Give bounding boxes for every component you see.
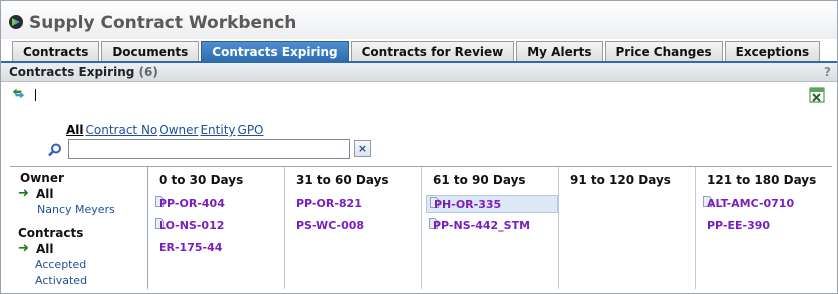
contract-card[interactable]: ER-175-44	[152, 239, 282, 257]
panel-count: (6)	[138, 65, 158, 79]
contract-id: LO-NS-012	[159, 219, 225, 232]
expiry-column: 61 to 90 Days PH-OR-335 PP-NS-442_STM	[422, 167, 559, 289]
contract-card[interactable]: ALT-AMC-0710	[700, 195, 830, 213]
contract-card[interactable]: PH-OR-335	[426, 195, 558, 213]
contract-card[interactable]: PS-WC-008	[289, 217, 419, 235]
refresh-arrows-icon[interactable]	[11, 87, 27, 101]
column-header: 121 to 180 Days	[707, 173, 817, 187]
contract-card[interactable]: PP-OR-821	[289, 195, 419, 213]
contracts-item-accepted[interactable]: Accepted	[35, 258, 86, 271]
contract-id: PP-OR-404	[159, 197, 225, 210]
filter-link-all[interactable]: All	[66, 123, 84, 137]
search-icon	[48, 143, 61, 157]
contract-id: PS-WC-008	[296, 219, 365, 232]
contract-id: PH-OR-335	[434, 198, 502, 211]
search-input[interactable]	[68, 139, 350, 159]
toolbar	[1, 83, 837, 107]
contract-card[interactable]: PP-EE-390	[700, 217, 830, 235]
owner-heading: Owner	[20, 171, 64, 185]
arrow-right-icon: ➜	[18, 186, 29, 201]
expiry-column: 0 to 30 Days PP-OR-404 LO-NS-012 ER-175-44	[148, 167, 285, 289]
column-header: 91 to 120 Days	[570, 173, 671, 187]
expiry-column: 91 to 120 Days	[559, 167, 696, 289]
text-cursor	[35, 89, 36, 101]
clear-search-button[interactable]: ×	[354, 140, 371, 157]
contracts-item-activated[interactable]: Activated	[35, 274, 87, 287]
app-logo-icon	[9, 15, 23, 29]
column-header: 31 to 60 Days	[296, 173, 389, 187]
contracts-heading: Contracts	[18, 226, 84, 240]
app-header: Supply Contract Workbench	[1, 1, 837, 39]
filter-link-gpo[interactable]: GPO	[238, 123, 264, 137]
contract-card[interactable]: PP-OR-404	[152, 195, 282, 213]
contract-card[interactable]: PP-NS-442_STM	[426, 217, 556, 235]
contract-id: PP-EE-390	[707, 219, 771, 232]
filter-link-contract-no[interactable]: Contract No	[86, 123, 158, 137]
contract-card[interactable]: LO-NS-012	[152, 217, 282, 235]
tab-price-changes[interactable]: Price Changes	[604, 41, 723, 62]
excel-icon[interactable]	[809, 87, 825, 103]
tab-my-alerts[interactable]: My Alerts	[516, 41, 603, 62]
panel-title: Contracts Expiring (6)	[9, 65, 158, 79]
panel-header: Contracts Expiring (6) ?	[1, 63, 837, 82]
contract-id: PP-OR-821	[296, 197, 362, 210]
contract-id: ALT-AMC-0710	[707, 197, 795, 210]
contract-id: ER-175-44	[159, 241, 223, 254]
app-title: Supply Contract Workbench	[29, 13, 297, 33]
tab-contracts-expiring[interactable]: Contracts Expiring	[201, 41, 349, 62]
help-icon[interactable]: ?	[824, 65, 831, 79]
owner-item[interactable]: Nancy Meyers	[37, 203, 115, 216]
filter-links: All Contract No Owner Entity GPO	[66, 123, 266, 137]
tab-contracts-for-review[interactable]: Contracts for Review	[350, 41, 515, 62]
filter-link-entity[interactable]: Entity	[200, 123, 235, 137]
tab-contracts[interactable]: Contracts	[12, 41, 100, 62]
column-header: 61 to 90 Days	[433, 173, 526, 187]
owner-all-link[interactable]: All	[36, 187, 54, 201]
tab-exceptions[interactable]: Exceptions	[724, 41, 821, 62]
tab-bar: Contracts Documents Contracts Expiring Cont…	[12, 41, 821, 62]
panel-title-label: Contracts Expiring	[9, 65, 135, 79]
column-header: 0 to 30 Days	[159, 173, 244, 187]
arrow-right-icon: ➜	[18, 241, 29, 256]
contract-id: PP-NS-442_STM	[433, 219, 531, 232]
contracts-all-link[interactable]: All	[36, 242, 54, 256]
filter-sidebar: Owner ➜ All Nancy Meyers Contracts ➜ All…	[10, 167, 148, 289]
expiry-column: 121 to 180 Days ALT-AMC-0710 PP-EE-390	[696, 167, 832, 289]
tab-documents[interactable]: Documents	[101, 41, 200, 62]
expiry-column: 31 to 60 Days PP-OR-821 PS-WC-008	[285, 167, 422, 289]
filter-link-owner[interactable]: Owner	[159, 123, 198, 137]
